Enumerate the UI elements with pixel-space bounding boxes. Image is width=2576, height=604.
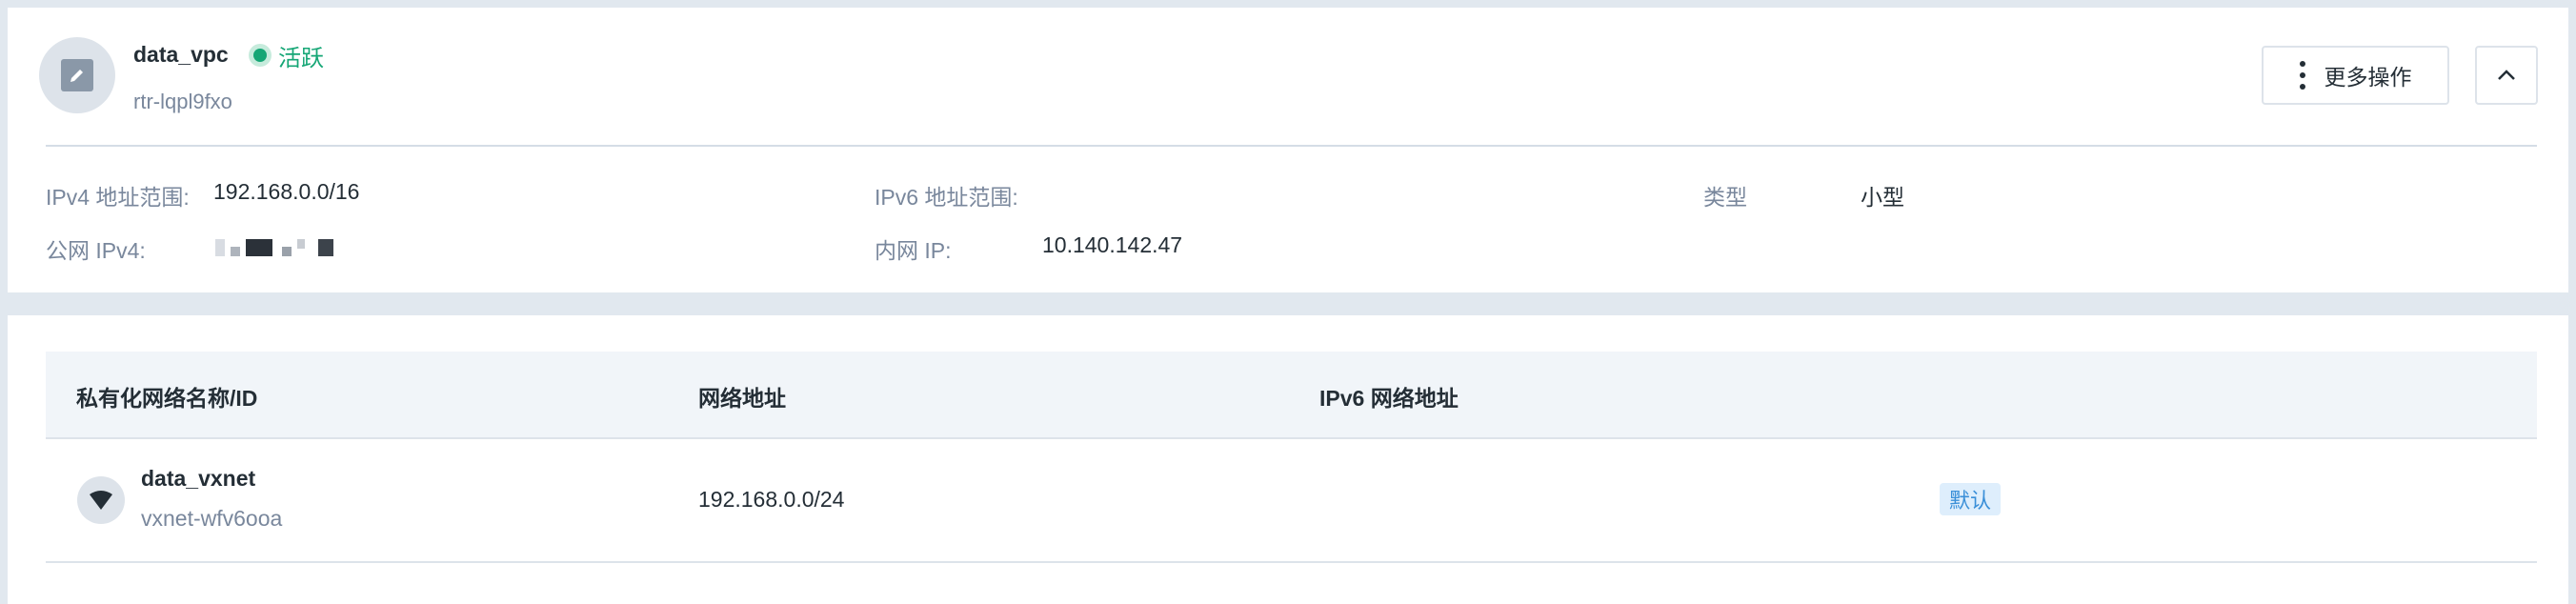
router-summary-card: data_vpc 活跃 rtr-lqpl9fxo 更多操作 IPv4 地址范围:… bbox=[8, 8, 2568, 292]
private-ip-label: 内网 IP: bbox=[875, 238, 952, 263]
vxnet-icon bbox=[77, 476, 125, 524]
more-actions-button[interactable]: 更多操作 bbox=[2262, 46, 2449, 105]
header-divider bbox=[46, 145, 2537, 147]
vxnet-id: vxnet-wfv6ooa bbox=[141, 506, 283, 531]
column-header-name: 私有化网络名称/ID bbox=[76, 386, 258, 411]
chevron-up-icon bbox=[2498, 70, 2515, 80]
status-text: 活跃 bbox=[278, 45, 324, 71]
type-label: 类型 bbox=[1703, 185, 1747, 210]
row-divider bbox=[46, 561, 2537, 563]
column-header-ipv6: IPv6 网络地址 bbox=[1319, 386, 1459, 411]
status-badge: 活跃 bbox=[253, 36, 324, 74]
edit-icon bbox=[61, 59, 93, 91]
public-ipv4-masked-value bbox=[215, 237, 372, 258]
vxnet-name-link[interactable]: data_vxnet bbox=[141, 466, 255, 492]
private-ip-value: 10.140.142.47 bbox=[1042, 232, 1183, 257]
router-name: data_vpc bbox=[133, 42, 229, 67]
type-value: 小型 bbox=[1861, 185, 1904, 210]
public-ipv4-label: 公网 IPv4: bbox=[46, 238, 146, 263]
ipv4-range-value: 192.168.0.0/16 bbox=[213, 179, 360, 204]
ipv4-range-label: IPv4 地址范围: bbox=[46, 185, 190, 210]
vxnet-table-card: 私有化网络名称/ID 网络地址 IPv6 网络地址 data_vxnet vxn… bbox=[8, 315, 2568, 604]
status-dot-icon bbox=[253, 49, 267, 62]
collapse-button[interactable] bbox=[2475, 46, 2538, 105]
router-id: rtr-lqpl9fxo bbox=[133, 90, 232, 113]
ipv6-range-label: IPv6 地址范围: bbox=[875, 185, 1018, 210]
vxnet-address: 192.168.0.0/24 bbox=[698, 487, 845, 512]
table-header: 私有化网络名称/ID 网络地址 IPv6 网络地址 bbox=[46, 352, 2537, 439]
kebab-icon bbox=[2299, 61, 2305, 90]
column-header-address: 网络地址 bbox=[698, 386, 786, 411]
default-badge: 默认 bbox=[1940, 483, 2002, 515]
router-avatar bbox=[39, 37, 115, 113]
more-actions-label: 更多操作 bbox=[2324, 65, 2412, 90]
